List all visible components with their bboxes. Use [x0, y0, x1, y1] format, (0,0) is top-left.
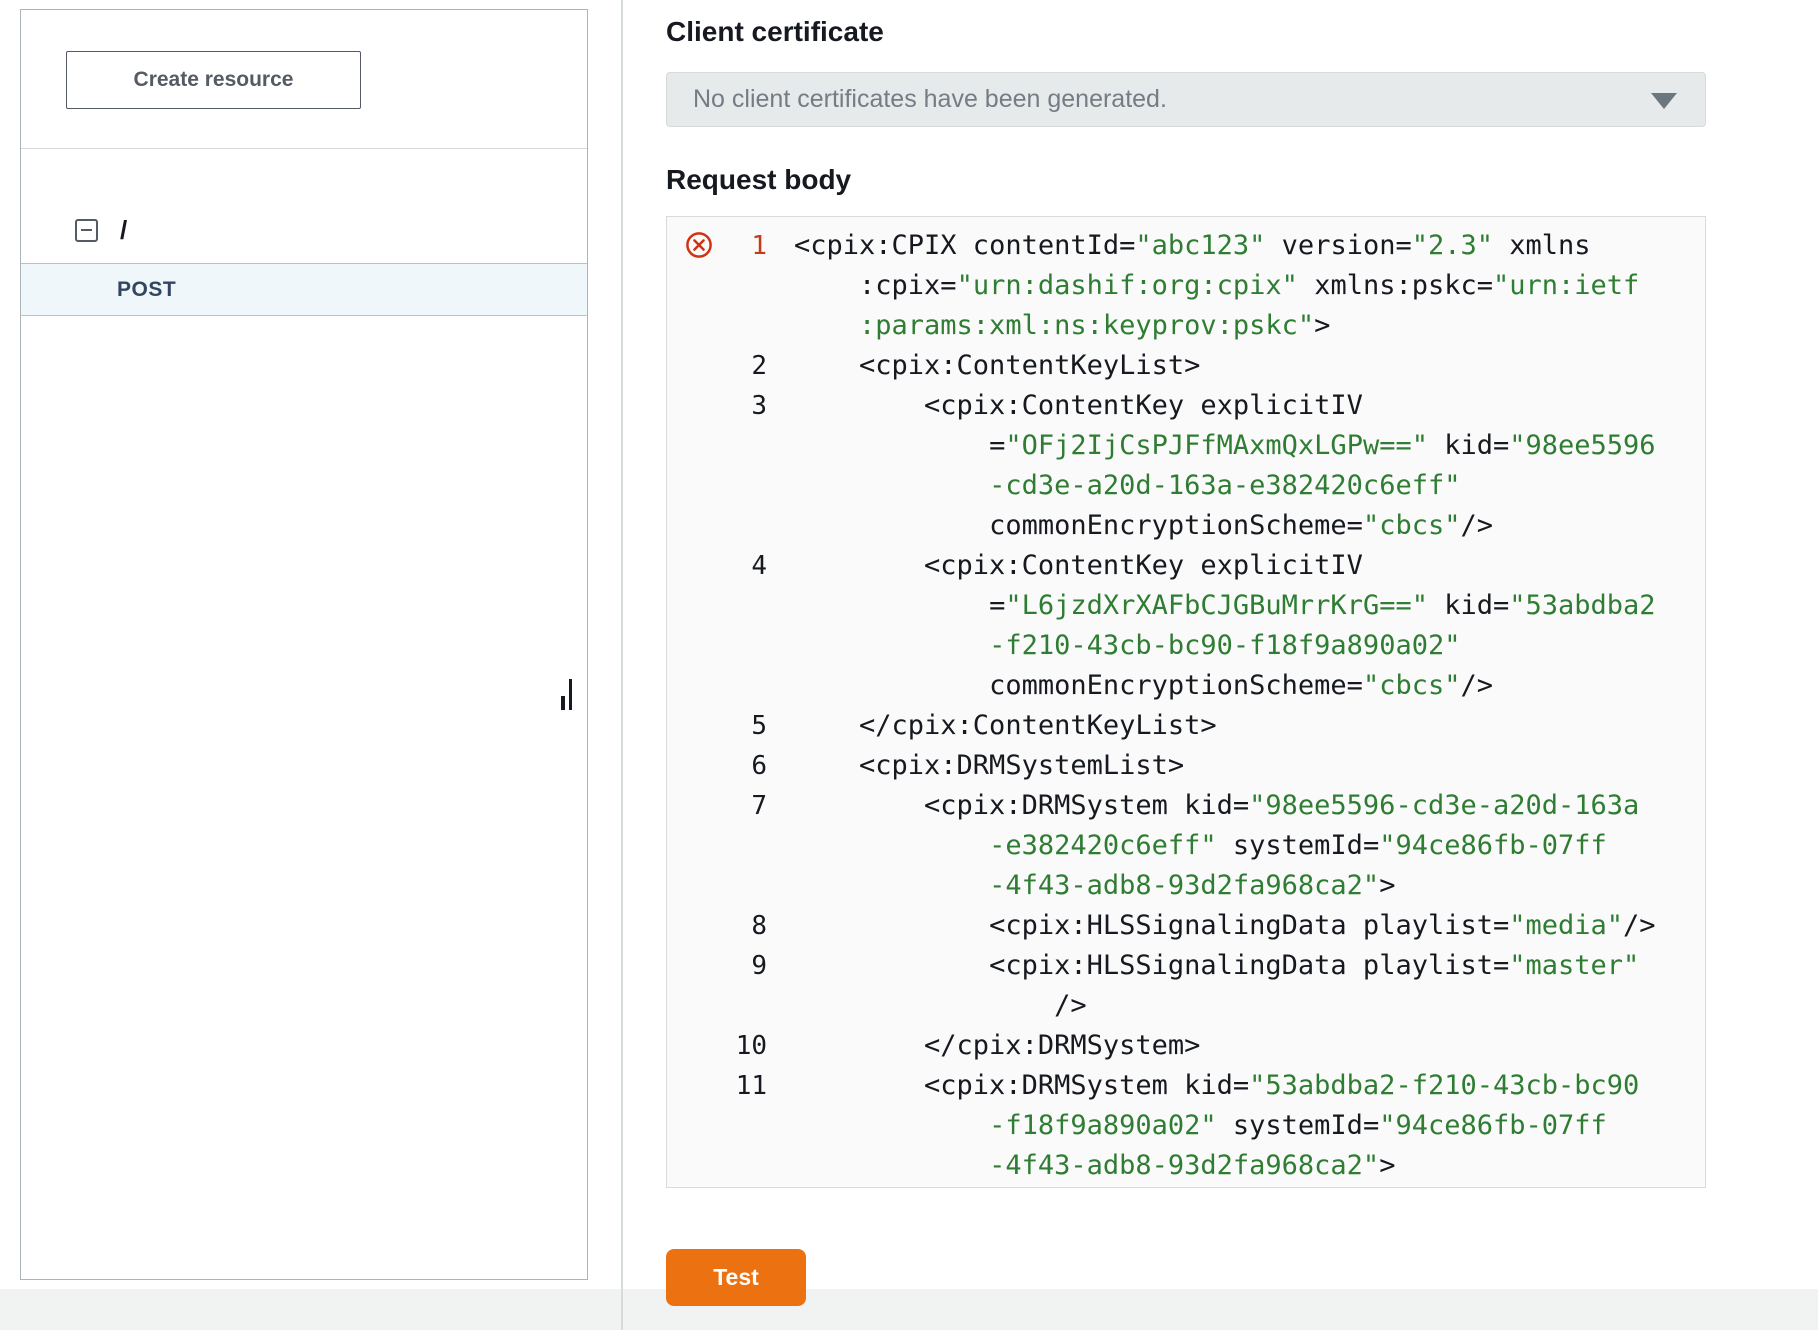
line-number: 7 [667, 786, 767, 826]
line-number [667, 1106, 767, 1146]
code-line: 8 <cpix:HLSSignalingData playlist="media"… [667, 906, 1705, 946]
code-text: <cpix:HLSSignalingData playlist="media"/… [794, 906, 1656, 946]
chevron-down-icon [1651, 93, 1677, 109]
code-line: /> [667, 986, 1705, 1026]
code-line: ="OFj2IjCsPJFfMAxmQxLGPw==" kid="98ee559… [667, 426, 1705, 466]
code-text: -4f43-adb8-93d2fa968ca2"> [794, 1146, 1395, 1186]
code-text: ="L6jzdXrXAFbCJGBuMrrKrG==" kid="53abdba… [794, 586, 1656, 626]
code-line: 10 </cpix:DRMSystem> [667, 1026, 1705, 1066]
line-number: 5 [667, 706, 767, 746]
line-number [667, 506, 767, 546]
request-body-editor[interactable]: 1 <cpix:CPIX contentId="abc123" version="… [666, 216, 1706, 1188]
method-post-label: POST [117, 278, 176, 302]
line-number [667, 826, 767, 866]
line-number [667, 626, 767, 666]
collapse-minus-icon[interactable] [75, 219, 98, 242]
code-line: -4f43-adb8-93d2fa968ca2"> [667, 1146, 1705, 1186]
divider [21, 148, 587, 149]
line-number [667, 666, 767, 706]
client-certificate-dropdown[interactable]: No client certificates have been generat… [666, 72, 1706, 127]
code-text: <cpix:ContentKey explicitIV [794, 546, 1363, 586]
code-line: -f18f9a890a02" systemId="94ce86fb-07ff [667, 1106, 1705, 1146]
resources-panel: Create resource / POST [20, 9, 588, 1280]
code-text: -f210-43cb-bc90-f18f9a890a02" [794, 626, 1460, 666]
code-text: -e382420c6eff" systemId="94ce86fb-07ff [794, 826, 1607, 866]
code-line: 5 </cpix:ContentKeyList> [667, 706, 1705, 746]
panel-resize-handle[interactable] [561, 679, 572, 710]
resource-tree-root-item[interactable]: / [21, 200, 587, 260]
code-text: <cpix:CPIX contentId="abc123" version="2… [794, 226, 1591, 266]
code-text: -4f43-adb8-93d2fa968ca2"> [794, 866, 1395, 906]
resource-root-label: / [120, 215, 127, 246]
code-text: ="OFj2IjCsPJFfMAxmQxLGPw==" kid="98ee559… [794, 426, 1656, 466]
code-text: -cd3e-a20d-163a-e382420c6eff" [794, 466, 1460, 506]
code-line: :params:xml:ns:keyprov:pskc"> [667, 306, 1705, 346]
client-certificate-heading: Client certificate [666, 16, 884, 48]
code-text: </cpix:ContentKeyList> [794, 706, 1217, 746]
code-line: -f210-43cb-bc90-f18f9a890a02" [667, 626, 1705, 666]
code-text: commonEncryptionScheme="cbcs"/> [794, 506, 1493, 546]
line-number: 10 [667, 1026, 767, 1066]
footer-strip [0, 1289, 1818, 1330]
resize-bar-icon [569, 679, 572, 710]
code-lines: 1 <cpix:CPIX contentId="abc123" version="… [667, 226, 1705, 1186]
line-number [667, 866, 767, 906]
test-button[interactable]: Test [666, 1249, 806, 1306]
code-line: :cpix="urn:dashif:org:cpix" xmlns:pskc="… [667, 266, 1705, 306]
code-line: 1 <cpix:CPIX contentId="abc123" version="… [667, 226, 1705, 266]
code-line: ="L6jzdXrXAFbCJGBuMrrKrG==" kid="53abdba… [667, 586, 1705, 626]
code-line: commonEncryptionScheme="cbcs"/> [667, 666, 1705, 706]
code-text: <cpix:ContentKey explicitIV [794, 386, 1363, 426]
code-line: 7 <cpix:DRMSystem kid="98ee5596-cd3e-a20d… [667, 786, 1705, 826]
resize-bar-icon [561, 696, 565, 710]
line-number [667, 266, 767, 306]
code-line: 2 <cpix:ContentKeyList> [667, 346, 1705, 386]
code-text: <cpix:DRMSystem kid="98ee5596-cd3e-a20d-… [794, 786, 1639, 826]
code-line: -4f43-adb8-93d2fa968ca2"> [667, 866, 1705, 906]
code-text: /> [794, 986, 1087, 1026]
line-number: 2 [667, 346, 767, 386]
line-number: 8 [667, 906, 767, 946]
line-number: 11 [667, 1066, 767, 1106]
code-line: 9 <cpix:HLSSignalingData playlist="master… [667, 946, 1705, 986]
line-number: 3 [667, 386, 767, 426]
code-text: :cpix="urn:dashif:org:cpix" xmlns:pskc="… [794, 266, 1639, 306]
code-text: -f18f9a890a02" systemId="94ce86fb-07ff [794, 1106, 1607, 1146]
code-text: <cpix:DRMSystem kid="53abdba2-f210-43cb-… [794, 1066, 1639, 1106]
code-line: commonEncryptionScheme="cbcs"/> [667, 506, 1705, 546]
create-resource-button[interactable]: Create resource [66, 51, 361, 109]
method-post-item[interactable]: POST [21, 263, 587, 316]
client-certificate-value: No client certificates have been generat… [693, 85, 1167, 114]
line-number [667, 1146, 767, 1186]
code-text: <cpix:DRMSystemList> [794, 746, 1184, 786]
code-text: <cpix:HLSSignalingData playlist="master" [794, 946, 1639, 986]
code-line: -cd3e-a20d-163a-e382420c6eff" [667, 466, 1705, 506]
code-line: -e382420c6eff" systemId="94ce86fb-07ff [667, 826, 1705, 866]
request-body-heading: Request body [666, 164, 851, 196]
code-text: :params:xml:ns:keyprov:pskc"> [794, 306, 1330, 346]
code-line: 6 <cpix:DRMSystemList> [667, 746, 1705, 786]
line-number: 4 [667, 546, 767, 586]
line-number [667, 426, 767, 466]
code-text: <cpix:ContentKeyList> [794, 346, 1200, 386]
line-number [667, 466, 767, 506]
line-number: 1 [667, 226, 767, 266]
panel-divider [621, 0, 623, 1330]
code-line: 4 <cpix:ContentKey explicitIV [667, 546, 1705, 586]
line-number [667, 586, 767, 626]
code-text: </cpix:DRMSystem> [794, 1026, 1200, 1066]
code-line: 3 <cpix:ContentKey explicitIV [667, 386, 1705, 426]
line-number: 6 [667, 746, 767, 786]
line-number [667, 306, 767, 346]
code-text: commonEncryptionScheme="cbcs"/> [794, 666, 1493, 706]
line-number: 9 [667, 946, 767, 986]
line-number [667, 986, 767, 1026]
code-line: 11 <cpix:DRMSystem kid="53abdba2-f210-43c… [667, 1066, 1705, 1106]
